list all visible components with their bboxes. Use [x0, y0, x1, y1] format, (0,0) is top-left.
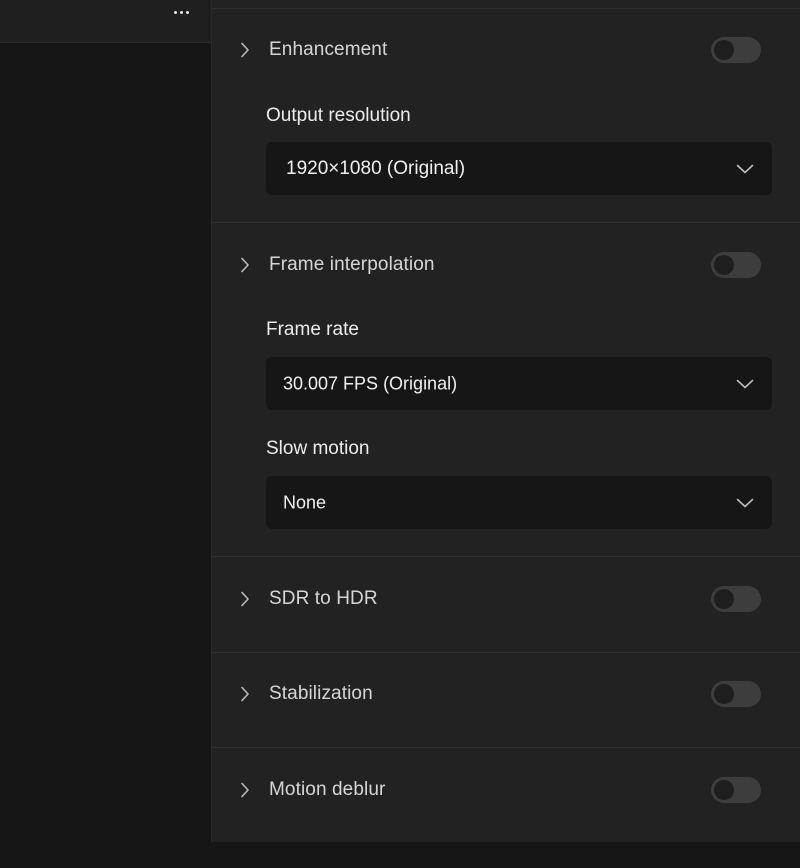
toggle-knob: [714, 40, 734, 60]
more-horizontal-icon: [173, 10, 177, 14]
motion-deblur-toggle[interactable]: [711, 777, 761, 803]
sdr-to-hdr-toggle[interactable]: [711, 586, 761, 612]
divider: [212, 652, 800, 653]
app-root: Enhancement Output resolution 1920×1080 …: [0, 0, 800, 868]
section-header-sdr-to-hdr[interactable]: SDR to HDR: [212, 584, 800, 614]
toggle-knob: [714, 780, 734, 800]
output-resolution-select[interactable]: 1920×1080 (Original): [266, 142, 772, 195]
chevron-right-icon[interactable]: [238, 590, 252, 608]
toggle-knob: [714, 684, 734, 704]
divider: [212, 556, 800, 557]
output-resolution-label: Output resolution: [266, 105, 411, 126]
section-title: Enhancement: [269, 39, 388, 60]
bottom-edge: [211, 842, 800, 868]
frame-rate-value: 30.007 FPS (Original): [283, 373, 458, 393]
chevron-down-icon: [736, 378, 754, 390]
chevron-right-icon[interactable]: [238, 685, 252, 703]
enhancement-toggle[interactable]: [711, 37, 761, 63]
section-title: Motion deblur: [269, 779, 386, 800]
toggle-knob: [714, 589, 734, 609]
divider: [212, 8, 800, 9]
left-toolbar: [0, 0, 211, 43]
chevron-right-icon[interactable]: [238, 256, 252, 274]
chevron-down-icon: [736, 163, 754, 175]
section-title: SDR to HDR: [269, 588, 378, 609]
slow-motion-label: Slow motion: [266, 438, 370, 459]
more-options-button[interactable]: [166, 2, 196, 22]
chevron-down-icon: [736, 497, 754, 509]
left-pane: [0, 0, 211, 868]
slow-motion-select[interactable]: None: [266, 476, 772, 529]
chevron-right-icon[interactable]: [238, 41, 252, 59]
frame-interpolation-toggle[interactable]: [711, 252, 761, 278]
section-header-motion-deblur[interactable]: Motion deblur: [212, 775, 800, 805]
section-header-stabilization[interactable]: Stabilization: [212, 679, 800, 709]
more-dot: [185, 10, 189, 14]
section-title: Stabilization: [269, 683, 373, 704]
frame-rate-label: Frame rate: [266, 319, 359, 340]
frame-rate-select[interactable]: 30.007 FPS (Original): [266, 357, 772, 410]
section-header-enhancement[interactable]: Enhancement: [212, 35, 800, 65]
section-title: Frame interpolation: [269, 254, 435, 275]
output-resolution-value: 1920×1080 (Original): [286, 157, 466, 179]
slow-motion-value: None: [283, 492, 327, 512]
section-header-frame-interpolation[interactable]: Frame interpolation: [212, 250, 800, 280]
settings-panel: Enhancement Output resolution 1920×1080 …: [211, 0, 800, 868]
divider: [212, 747, 800, 748]
divider: [212, 222, 800, 223]
chevron-right-icon[interactable]: [238, 781, 252, 799]
toggle-knob: [714, 255, 734, 275]
more-dot: [179, 10, 183, 14]
stabilization-toggle[interactable]: [711, 681, 761, 707]
